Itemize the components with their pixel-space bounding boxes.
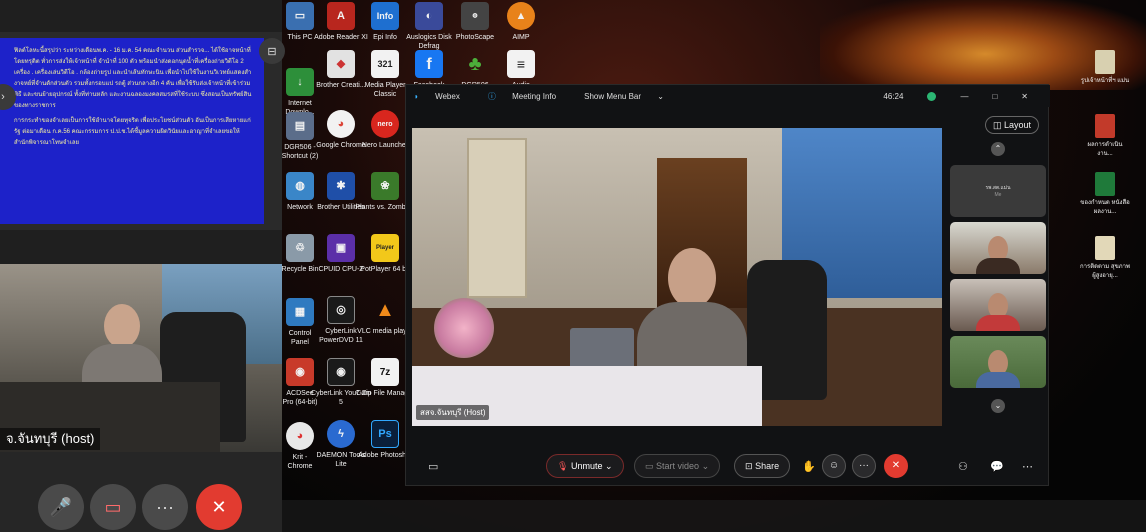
tree-icon: ♣ (468, 52, 482, 75)
desktop-file-4[interactable]: การติดตาม สุขภาพผู้สูงอายุ... (1080, 236, 1130, 281)
youcam-icon: ◉ (327, 358, 355, 386)
participant-name-label: จ.จันทบุรี (host) (0, 428, 101, 450)
meeting-info-button[interactable]: ⓘ Meeting Info (488, 91, 570, 102)
webex-title-bar: ◗ Webex ⓘ Meeting Info Show Menu Bar ⌄ 4… (406, 85, 1050, 107)
video-off-icon: ▭ (645, 461, 654, 471)
participant-thumbnail[interactable] (950, 222, 1046, 274)
desktop-file-3[interactable]: ของกำหนด หนังสือผลงาน... (1080, 172, 1130, 217)
captions-icon[interactable]: ▭ (428, 460, 438, 473)
meeting-timer: 46:24 (883, 91, 904, 101)
raise-hand-icon[interactable]: ✋ (802, 460, 816, 473)
desktop-file-2[interactable]: ผลการดำเนินงาน... (1080, 114, 1130, 159)
layout-button[interactable]: ◫ Layout (985, 116, 1039, 134)
reactions-button[interactable]: ☺ (822, 454, 846, 478)
webex-logo[interactable]: ◗ Webex (414, 92, 474, 101)
taskbar (280, 500, 1146, 532)
7zip-icon: 7z (371, 358, 399, 386)
desktop-icon-aimp[interactable]: ▲ AIMP (490, 2, 552, 42)
participant-thumbnail-self[interactable]: รพ.สต.แม่น Me (950, 165, 1046, 217)
participant-thumbnail[interactable] (950, 336, 1046, 388)
video-off-button[interactable]: ▭ (90, 484, 136, 530)
audio-icon: ≡ (507, 50, 535, 78)
vlc-icon: ▲ (375, 298, 395, 321)
brother-utilities-icon: ✱ (327, 172, 355, 200)
mobile-meeting-panel: ฟิลด์โลหะนี้สรุปว่า ระหว่างเดือนพ.ค. - 1… (0, 0, 285, 532)
show-menu-bar-button[interactable]: Show Menu Bar ⌄ (584, 92, 664, 101)
main-speaker-video: สสจ.จันทบุรี (Host) (412, 128, 942, 426)
webex-meeting-window: ◗ Webex ⓘ Meeting Info Show Menu Bar ⌄ 4… (405, 84, 1050, 487)
leave-meeting-button[interactable]: ✕ (884, 454, 908, 478)
more-panels-icon[interactable]: ⋯ (1022, 460, 1033, 473)
shared-slide: ฟิลด์โลหะนี้สรุปว่า ระหว่างเดือนพ.ค. - 1… (0, 38, 264, 224)
shared-content-area: ฟิลด์โลหะนี้สรุปว่า ระหว่างเดือนพ.ค. - 1… (0, 32, 282, 230)
powerdvd-icon: ◎ (327, 296, 355, 324)
share-button[interactable]: ⊡ Share (734, 454, 791, 478)
layout-toggle-icon[interactable]: ⊟ (259, 38, 285, 64)
nero-icon: nero (371, 110, 399, 138)
defrag-icon: ◐ (415, 2, 443, 30)
daemon-tools-icon: ϟ (327, 420, 355, 448)
document-file-icon (1095, 236, 1115, 260)
maximize-button[interactable]: □ (992, 92, 997, 101)
excel-file-icon (1095, 172, 1115, 196)
more-options-button[interactable]: ··· (142, 484, 188, 530)
meeting-control-bar: ▭ 🎙 Unmute ⌄ ▭ Start video ⌄ ⊡ Share ✋ ☺… (406, 447, 1050, 487)
folder-icon (1095, 50, 1115, 74)
adobe-reader-icon: A (327, 2, 355, 30)
mic-muted-icon: 🎙 (557, 461, 569, 471)
main-video-name-label: สสจ.จันทบุรี (Host) (416, 405, 490, 420)
connection-status-icon (927, 91, 937, 101)
unmute-button[interactable]: 🎙 Unmute ⌄ (546, 454, 624, 478)
minimize-button[interactable]: — (960, 92, 968, 101)
desktop-file-1[interactable]: รูปเจ้าหน้าที่ฯ แม่น (1080, 50, 1130, 86)
leave-meeting-button[interactable]: ✕ (196, 484, 242, 530)
epi-info-icon: Info (371, 2, 399, 30)
participant-thumbnail[interactable] (950, 279, 1046, 331)
more-options-button[interactable]: ··· (852, 454, 876, 478)
brother-icon: ◆ (327, 50, 355, 78)
pdf-file-icon (1095, 114, 1115, 138)
chrome-icon: ◕ (327, 110, 355, 138)
participant-video-left (0, 264, 282, 452)
slide-paragraph: การกระทำของจำเลยเป็นการใช้อำนาจโดยทุจริต… (14, 118, 251, 146)
mic-muted-button[interactable]: 🎤 (38, 484, 84, 530)
photoscape-icon: ◍ (461, 2, 489, 30)
plants-icon: ❀ (371, 172, 399, 200)
scroll-down-icon[interactable]: ⌄ (991, 399, 1005, 413)
chat-icon[interactable]: 💬 (990, 460, 1004, 473)
facebook-icon: f (415, 50, 443, 78)
participants-icon[interactable]: ⚇ (958, 460, 968, 473)
cpuz-icon: ▣ (327, 234, 355, 262)
aimp-icon: ▲ (507, 2, 535, 30)
photoshop-icon: Ps (371, 420, 399, 448)
close-button[interactable]: ✕ (1021, 92, 1028, 101)
layout-icon: ◫ (992, 120, 1002, 130)
scroll-up-icon[interactable]: ⌃ (991, 142, 1005, 156)
slide-paragraph: ฟิลด์โลหะนี้สรุปว่า ระหว่างเดือนพ.ค. - 1… (14, 48, 252, 109)
start-video-button[interactable]: ▭ Start video ⌄ (634, 454, 721, 478)
media-player-icon: 321 (371, 50, 399, 78)
share-icon: ⊡ (745, 461, 753, 471)
potplayer-icon: Player (371, 234, 399, 262)
